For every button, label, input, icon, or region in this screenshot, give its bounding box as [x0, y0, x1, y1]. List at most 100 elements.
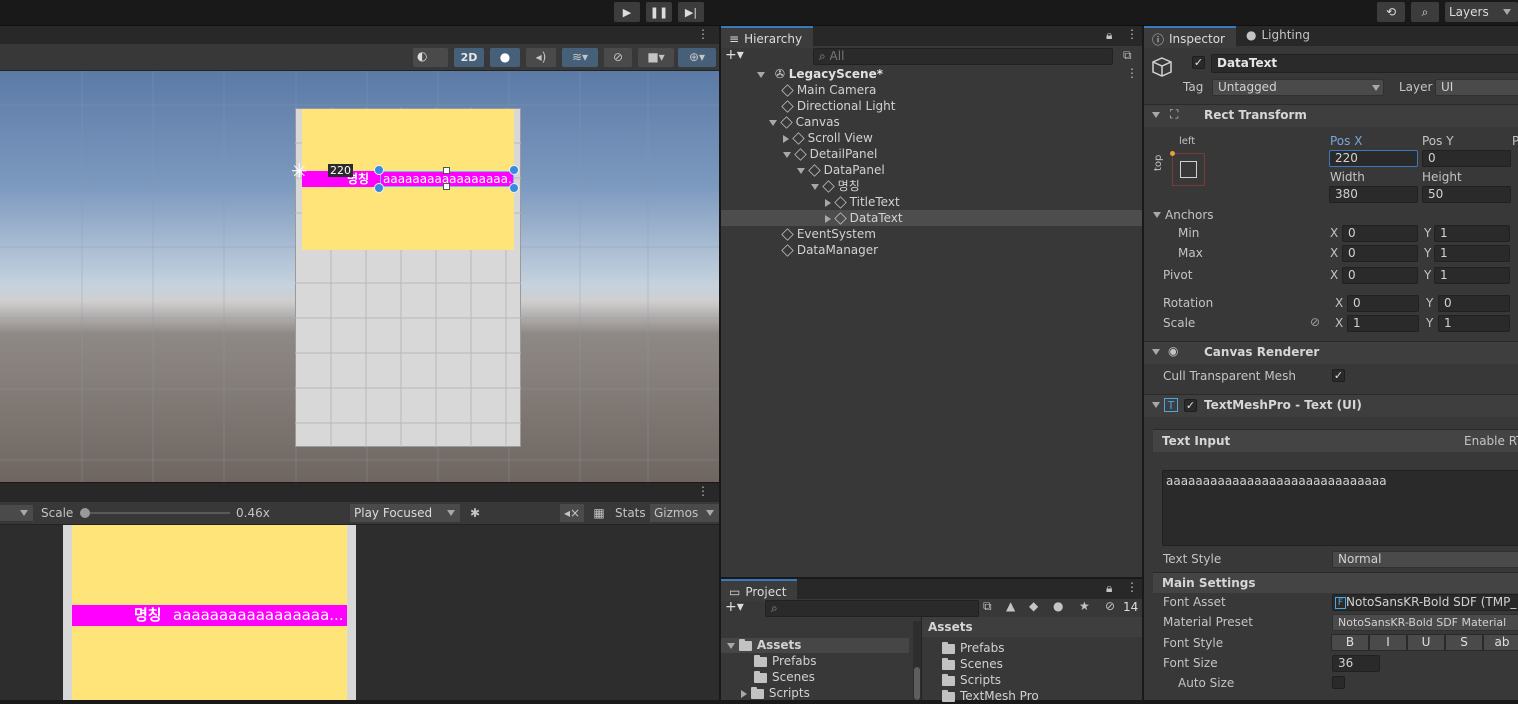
pause-button[interactable]: ❚❚ — [646, 2, 672, 22]
max-x-field[interactable]: 0 — [1342, 245, 1418, 262]
camera-button[interactable]: ■▾ — [638, 48, 674, 67]
list-item[interactable]: DetailPanel — [783, 146, 877, 162]
layers-dropdown[interactable]: Layers — [1445, 2, 1518, 22]
active-checkbox[interactable]: ✓ — [1192, 56, 1205, 69]
shading-mode-button[interactable]: ◐ — [413, 48, 448, 67]
scale-slider[interactable] — [84, 512, 230, 514]
asset-item[interactable]: Prefabs — [942, 640, 1005, 656]
object-name-field[interactable]: DataText — [1211, 54, 1518, 73]
tab-lighting[interactable]: ● Lighting — [1246, 28, 1310, 42]
pivot-handle[interactable] — [374, 165, 384, 175]
italic-button[interactable]: I — [1369, 634, 1407, 651]
pos-y-field[interactable]: 0 — [1422, 150, 1511, 167]
edge-handle-top[interactable] — [443, 167, 450, 174]
tree-item[interactable]: Scripts — [741, 685, 810, 701]
list-item[interactable]: TitleText — [825, 194, 900, 210]
scene-visibility-icon[interactable]: ⧉ — [1123, 48, 1132, 63]
search-button[interactable]: ⌕ — [1411, 2, 1439, 22]
pivot-x-field[interactable]: 0 — [1342, 267, 1418, 284]
kebab-menu-icon[interactable]: ⋮ — [697, 27, 709, 41]
height-field[interactable]: 50 — [1422, 186, 1511, 203]
corner-handle-tr[interactable] — [509, 165, 519, 175]
min-y-field[interactable]: 1 — [1434, 225, 1510, 242]
bug-icon[interactable]: ✱ — [464, 504, 486, 522]
scene-viewport[interactable]: 명칭 aaaaaaaaaaaaaaaaa... ✳ 220 — [0, 71, 719, 482]
tree-scrollbar-thumb[interactable] — [914, 667, 920, 700]
scale-x-field[interactable]: 1 — [1347, 315, 1419, 332]
effects-toggle[interactable]: ≋▾ — [562, 48, 598, 67]
asset-item[interactable]: TextMesh Pro — [942, 688, 1039, 704]
font-size-field[interactable]: 36 — [1332, 655, 1380, 672]
toggle-2d-button[interactable]: 2D — [454, 48, 484, 67]
stats-button[interactable]: Stats — [615, 506, 646, 520]
kebab-menu-icon[interactable]: ⋮ — [1126, 27, 1138, 41]
lock-icon[interactable]: 🔒︎ — [1106, 581, 1112, 596]
hierarchy-search-input[interactable]: ⌕ All — [813, 48, 1113, 65]
main-settings-header[interactable]: Main Settings — [1153, 572, 1518, 593]
anchor-star-icon[interactable]: ✳ — [291, 161, 308, 181]
display-dropdown[interactable] — [0, 505, 33, 521]
scale-slider-thumb[interactable] — [80, 508, 90, 518]
anchor-preset-button[interactable] — [1170, 151, 1205, 186]
filter-type-icon[interactable]: ▲ — [1006, 599, 1015, 613]
tab-inspector[interactable]: ⓘ Inspector — [1144, 26, 1236, 48]
tab-hierarchy[interactable]: ≡ Hierarchy — [721, 26, 813, 48]
list-item[interactable]: DataPanel — [797, 162, 885, 178]
cull-mesh-checkbox[interactable]: ✓ — [1332, 369, 1345, 382]
rect-transform-header[interactable]: ⛶ Rect Transform — [1144, 104, 1518, 127]
grid-icon[interactable]: ▦ — [588, 504, 610, 522]
visibility-toggle[interactable]: ⊘ — [604, 48, 632, 67]
pos-x-field[interactable]: 220 — [1329, 150, 1418, 167]
gizmos-dropdown[interactable]: Gizmos — [650, 504, 719, 522]
strikethrough-button[interactable]: S — [1445, 634, 1483, 651]
lighting-toggle[interactable]: ● — [490, 48, 520, 67]
asset-item[interactable]: Scripts — [942, 672, 1001, 688]
project-search-input[interactable]: ⌕ — [765, 600, 979, 617]
underline-button[interactable]: U — [1407, 634, 1445, 651]
corner-handle-bl[interactable] — [374, 183, 384, 193]
min-x-field[interactable]: 0 — [1342, 225, 1418, 242]
warning-icon[interactable]: ● — [1053, 599, 1063, 613]
tmp-enabled-checkbox[interactable]: ✓ — [1184, 399, 1197, 412]
play-mode-dropdown[interactable]: Play Focused — [350, 504, 460, 522]
step-button[interactable]: ▶| — [678, 2, 704, 22]
mute-audio-button[interactable]: ◂× — [560, 504, 584, 522]
rotation-x-field[interactable]: 0 — [1347, 295, 1419, 312]
tmp-header[interactable]: T ✓ TextMeshPro - Text (UI) — [1144, 394, 1518, 417]
audio-toggle[interactable]: ◂) — [526, 48, 556, 67]
create-button[interactable]: +▾ — [725, 599, 744, 615]
list-item[interactable]: Main Camera — [781, 82, 876, 98]
tree-scrollbar[interactable] — [913, 621, 921, 700]
scene-row[interactable]: ✇ LegacyScene* — [757, 66, 883, 82]
list-item[interactable]: DataManager — [781, 242, 878, 258]
pivot-y-field[interactable]: 1 — [1434, 267, 1510, 284]
pane-divider[interactable] — [719, 26, 721, 700]
lock-icon[interactable]: 🔒︎ — [1106, 28, 1112, 43]
list-item[interactable]: Scroll View — [783, 130, 873, 146]
gizmo-button[interactable]: ⊕▾ — [678, 48, 716, 67]
text-style-dropdown[interactable]: Normal — [1332, 551, 1518, 568]
tree-item-assets[interactable]: Assets — [727, 637, 801, 653]
layer-dropdown[interactable]: UI — [1435, 79, 1518, 96]
edge-handle-bottom[interactable] — [443, 183, 450, 190]
scale-y-field[interactable]: 1 — [1438, 315, 1510, 332]
hidden-eye-icon[interactable]: ⊘ — [1105, 599, 1115, 613]
max-y-field[interactable]: 1 — [1434, 245, 1510, 262]
enable-rtl-toggle[interactable]: Enable RT — [1464, 434, 1518, 448]
game-viewport[interactable]: 명칭 aaaaaaaaaaaaaaaaa... — [0, 525, 719, 700]
lowercase-button[interactable]: ab — [1483, 634, 1518, 651]
rotation-y-field[interactable]: 0 — [1438, 295, 1510, 312]
tree-item[interactable]: Scenes — [754, 669, 815, 685]
width-field[interactable]: 380 — [1329, 186, 1418, 203]
list-item[interactable]: Canvas — [769, 114, 840, 130]
asset-item[interactable]: Scenes — [942, 656, 1003, 672]
play-button[interactable]: ▶ — [614, 2, 640, 22]
kebab-menu-icon[interactable]: ⋮ — [1126, 580, 1138, 594]
search-by-type-icon[interactable]: ⧉ — [983, 599, 992, 614]
list-item[interactable]: 명칭 — [811, 178, 860, 194]
label-icon[interactable]: ◆ — [1029, 599, 1038, 613]
material-preset-dropdown[interactable]: NotoSansKR-Bold SDF Material — [1332, 614, 1518, 631]
kebab-menu-icon[interactable]: ⋮ — [697, 484, 709, 498]
list-item-selected[interactable]: DataText — [825, 210, 903, 226]
history-button[interactable]: ⟲ — [1377, 2, 1405, 22]
